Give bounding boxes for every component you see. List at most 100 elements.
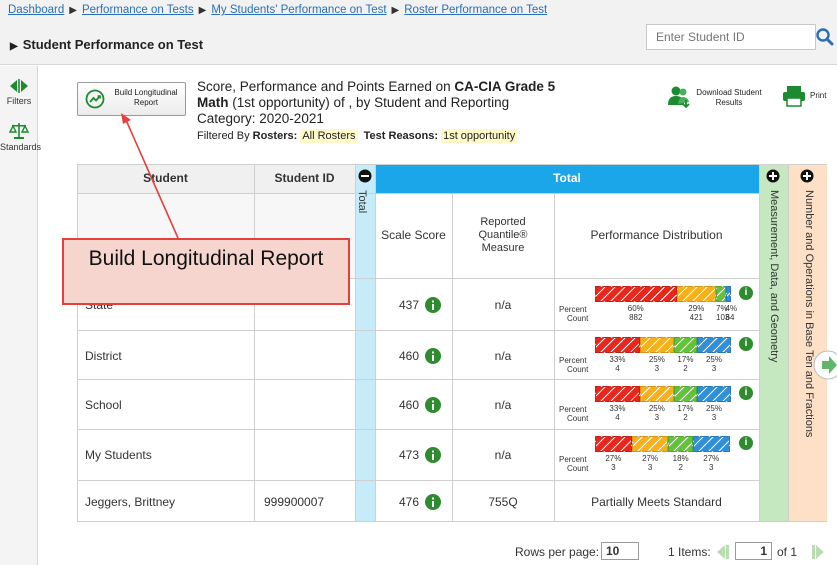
items-count-label: 1 Items: [668, 545, 711, 559]
build-longitudinal-report-label: Build Longitudinal Report [114, 88, 178, 107]
page-number-input[interactable]: 1 [735, 542, 772, 560]
breadcrumb-performance-on-tests[interactable]: Performance on Tests [82, 4, 194, 16]
page-total-label: of 1 [777, 545, 798, 559]
distribution-count-value: 3 [711, 364, 717, 373]
count-row-label: Count [567, 464, 589, 473]
download-users-icon [668, 86, 690, 109]
chevron-right-icon: ▶ [10, 41, 18, 52]
student-name-cell[interactable]: Jeggers, Brittney [85, 495, 175, 509]
quantile-cell: n/a [494, 298, 512, 312]
distribution-percent-value: 25% [648, 355, 665, 364]
grid-line [375, 164, 376, 522]
info-icon[interactable] [425, 297, 441, 313]
breadcrumb-roster-performance[interactable]: Roster Performance on Test [404, 4, 547, 16]
distribution-bar-segment [595, 337, 640, 353]
distribution-count-value: 64 [725, 313, 735, 322]
count-row-label: Count [567, 414, 589, 423]
total-collapsed-column[interactable] [355, 164, 375, 522]
info-icon[interactable] [425, 447, 441, 463]
percent-row-label: Percent [559, 305, 587, 314]
print-button[interactable]: Print [780, 82, 832, 112]
distribution-bar-segment [697, 337, 731, 353]
info-icon[interactable] [425, 397, 441, 413]
build-longitudinal-report-button[interactable]: Build Longitudinal Report [77, 82, 186, 116]
left-rail: Filters Standards [0, 66, 42, 565]
distribution-bar-segment [595, 386, 640, 402]
rows-per-page-input[interactable]: 10 [601, 542, 639, 560]
distribution-count-value: 3 [611, 463, 616, 472]
info-icon[interactable]: i [739, 286, 753, 300]
grid-line [77, 164, 827, 165]
distribution-count-value: 3 [654, 364, 660, 373]
distribution-count-value: 421 [689, 313, 703, 322]
standards-button[interactable]: Standards [0, 122, 42, 152]
filters-label: Filters [6, 96, 32, 106]
grid-line [77, 193, 759, 194]
grid-line [355, 164, 356, 522]
distribution-count-value: 2 [678, 463, 683, 472]
distribution-percent-value: 4% [725, 304, 738, 313]
distribution-count-value: 3 [709, 463, 714, 472]
distribution-percent-value: 33% [609, 355, 626, 364]
student-name-cell: School [85, 398, 122, 412]
info-icon[interactable] [425, 494, 441, 510]
scroll-right-arrow-icon[interactable] [813, 350, 837, 380]
info-icon[interactable]: i [739, 337, 753, 351]
scale-score-cell: 437 [399, 298, 420, 312]
student-column-header[interactable]: Student [77, 171, 254, 185]
student-name-cell: District [85, 349, 122, 363]
info-icon[interactable]: i [739, 386, 753, 400]
expand-claim-number-operations-icon[interactable] [800, 169, 814, 183]
expand-claim-measurement-icon[interactable] [766, 169, 780, 183]
distribution-percent-value: 60% [627, 304, 644, 313]
filters-button[interactable]: Filters [0, 78, 38, 106]
distribution-bar-segment [692, 436, 730, 452]
distribution-bar-segment [639, 386, 674, 402]
distribution-percent-value: 29% [688, 304, 705, 313]
student-id-search-input[interactable] [646, 24, 816, 50]
breadcrumb-my-students-performance[interactable]: My Students' Performance on Test [211, 4, 386, 16]
distribution-bar-segment [595, 436, 632, 452]
report-category: Category: 2020-2021 [197, 111, 324, 126]
distribution-bar-segment [631, 436, 669, 452]
test-reasons-value: 1st opportunity [441, 129, 518, 143]
rosters-label: Rosters: [252, 130, 298, 142]
distribution-bar-segment [697, 386, 731, 402]
scale-score-cell: 460 [399, 349, 420, 363]
quantile-cell: n/a [494, 398, 512, 412]
report-title: Score, Performance and Points Earned on … [197, 79, 617, 127]
distribution-count-value: 882 [629, 313, 643, 322]
first-page-arrow-icon[interactable] [713, 544, 733, 560]
report-title-suffix: (1st opportunity) of , by Student and Re… [228, 95, 510, 110]
next-page-arrow-icon[interactable] [808, 544, 828, 560]
quantile-column-header[interactable]: Reported Quantile® Measure [463, 216, 543, 255]
info-icon[interactable]: i [739, 436, 753, 450]
download-student-results-button[interactable]: Download Student Results [663, 82, 765, 112]
pagination: Rows per page: 10 1 Items: 1 of 1 [0, 541, 837, 565]
distribution-percent-value: 25% [705, 355, 722, 364]
info-icon[interactable] [425, 348, 441, 364]
distribution-bar-segment [668, 436, 693, 452]
scale-score-cell: 473 [399, 448, 420, 462]
search-button[interactable] [812, 24, 837, 50]
collapse-total-icon[interactable] [358, 169, 372, 183]
distribution-bar-segment [725, 286, 731, 302]
print-label: Print [810, 91, 827, 100]
page-title: ▶ Student Performance on Test [10, 37, 203, 52]
performance-distribution-header: Performance Distribution [590, 228, 723, 242]
download-student-results-label: Download Student Results [696, 88, 762, 107]
breadcrumb-dashboard[interactable]: Dashboard [8, 4, 64, 16]
breadcrumb: Dashboard ▶ Performance on Tests ▶ My Studen… [8, 4, 547, 16]
rows-per-page-label: Rows per page: [515, 545, 600, 559]
distribution-count-value: 4 [615, 364, 620, 373]
scale-score-cell: 476 [399, 495, 420, 509]
top-bar: Dashboard ▶ Performance on Tests ▶ My Studen… [0, 0, 837, 65]
distribution-bar-segment [673, 337, 697, 353]
distribution-percent-value: 27% [605, 454, 622, 463]
filtered-by-label: Filtered By [197, 130, 253, 142]
quantile-cell: n/a [494, 448, 512, 462]
student-id-column-header[interactable]: Student ID [254, 171, 355, 185]
standards-label: Standards [0, 142, 42, 152]
test-reasons-label: Test Reasons: [363, 130, 439, 142]
scale-score-column-header[interactable]: Scale Score [375, 228, 452, 242]
